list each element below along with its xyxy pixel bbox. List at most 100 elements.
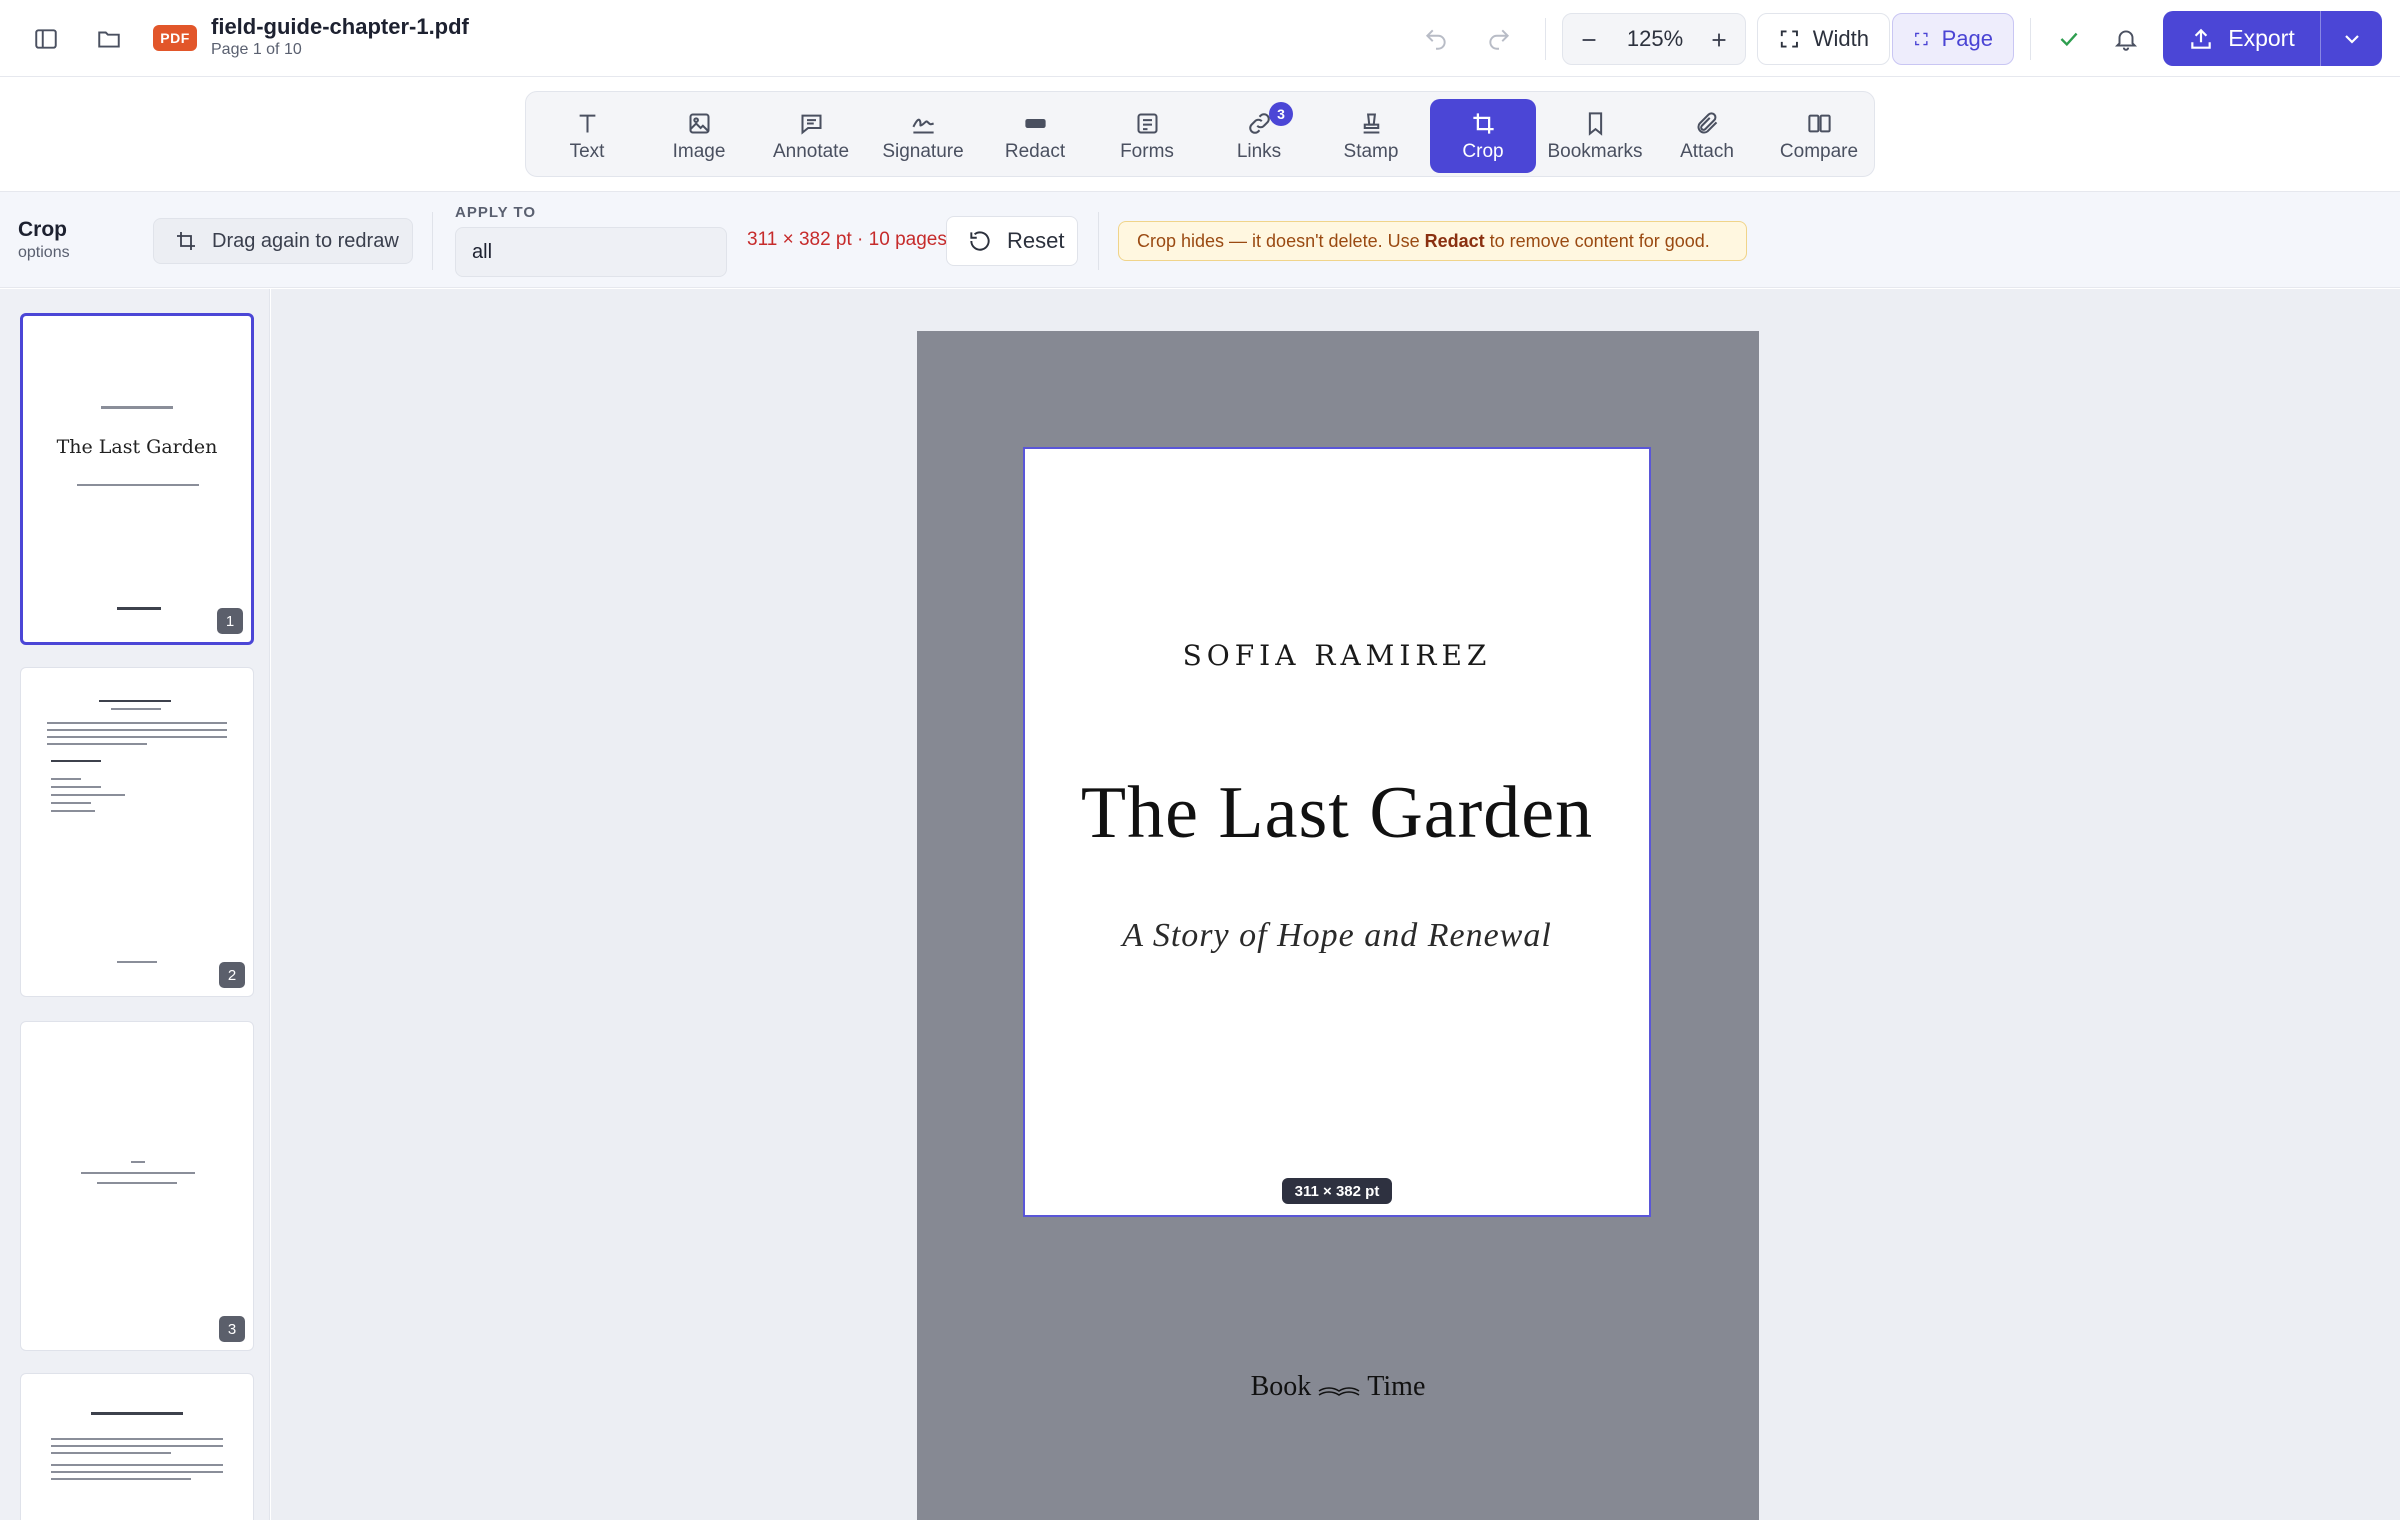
page-thumbnail[interactable]: The Last Garden 1 xyxy=(20,313,254,645)
thumb-text-line xyxy=(117,961,157,963)
tool-label: Compare xyxy=(1779,140,1859,162)
thumb-text-line xyxy=(131,1161,145,1163)
page-thumbnail[interactable]: 3 xyxy=(20,1021,254,1351)
fit-page-label: Page xyxy=(1941,26,1993,51)
thumb-text-line xyxy=(51,1438,223,1440)
thumb-text-line xyxy=(47,729,227,731)
export-menu-button[interactable] xyxy=(2321,11,2382,66)
page-info: Page 1 of 10 xyxy=(211,41,302,58)
options-title: Crop xyxy=(18,218,67,241)
divider xyxy=(1098,212,1099,270)
fit-page-button[interactable]: Page xyxy=(1892,13,2014,65)
tool-label: Bookmarks xyxy=(1547,140,1643,162)
divider xyxy=(2030,18,2031,60)
apply-to-select[interactable]: all xyxy=(455,227,727,277)
document-subtitle: A Story of Hope and Renewal xyxy=(1122,917,1552,954)
check-icon[interactable] xyxy=(2050,20,2088,58)
tool-links[interactable]: Links 3 xyxy=(1206,99,1312,173)
tool-attach[interactable]: Attach xyxy=(1654,99,1760,173)
thumb-text-line xyxy=(111,708,161,710)
compare-icon xyxy=(1807,114,1831,132)
paperclip-icon xyxy=(1696,111,1717,134)
thumb-text-line xyxy=(51,778,81,780)
upload-icon xyxy=(2191,28,2211,49)
links-count-badge: 3 xyxy=(1269,102,1293,126)
thumb-text-line xyxy=(101,406,173,409)
top-bar: PDF field-guide-chapter-1.pdf Page 1 of … xyxy=(0,0,2400,77)
thumb-text-line xyxy=(77,484,199,486)
export-label: Export xyxy=(2228,25,2295,51)
thumb-text-line xyxy=(51,1445,223,1447)
fit-width-label: Width xyxy=(1812,26,1869,51)
tool-compare[interactable]: Compare xyxy=(1766,99,1872,173)
divider xyxy=(432,212,433,270)
stamp-icon xyxy=(1363,112,1379,134)
expand-icon xyxy=(1780,30,1798,48)
thumb-text-line xyxy=(47,722,227,724)
zoom-out-button[interactable] xyxy=(1571,22,1607,58)
tool-label: Links xyxy=(1236,140,1282,162)
undo-icon[interactable] xyxy=(1417,20,1455,58)
tool-image[interactable]: Image xyxy=(646,99,752,173)
zoom-in-button[interactable] xyxy=(1701,22,1737,58)
redo-icon[interactable] xyxy=(1480,20,1518,58)
form-icon xyxy=(1136,112,1158,134)
crop-region[interactable]: SOFIA RAMIREZ The Last Garden A Story of… xyxy=(1023,447,1651,1217)
document-author: SOFIA RAMIREZ xyxy=(1182,639,1492,672)
tools-bar: Text Image Annotate Signature Redact For… xyxy=(0,78,2400,192)
tool-forms[interactable]: Forms xyxy=(1094,99,1200,173)
page-thumbnails: The Last Garden 1 2 3 xyxy=(0,289,270,1520)
tool-bookmarks[interactable]: Bookmarks xyxy=(1542,99,1648,173)
tool-label: Forms xyxy=(1120,140,1174,162)
bell-icon[interactable] xyxy=(2107,20,2145,58)
thumb-text-line xyxy=(51,786,101,788)
export-button[interactable]: Export xyxy=(2163,11,2320,66)
notice-text-end: to remove content for good. xyxy=(1484,230,1710,251)
image-icon xyxy=(688,112,710,134)
thumb-text-line xyxy=(47,743,147,745)
publisher-logo: Book Time xyxy=(917,1371,1759,1403)
crop-options-bar: Crop options Drag again to redraw APPLY … xyxy=(0,192,2400,288)
tool-text[interactable]: Text xyxy=(534,99,640,173)
options-subtitle: options xyxy=(18,244,70,261)
notice-redact-emphasis: Redact xyxy=(1424,230,1485,251)
tool-redact[interactable]: Redact xyxy=(982,99,1088,173)
comment-icon xyxy=(800,114,822,135)
thumb-text-line xyxy=(99,700,171,702)
thumb-text-line xyxy=(91,1412,183,1415)
tool-label: Text xyxy=(569,140,605,162)
redraw-button[interactable]: Drag again to redraw xyxy=(153,218,413,264)
document-title: The Last Garden xyxy=(1080,772,1594,854)
tool-stamp[interactable]: Stamp xyxy=(1318,99,1424,173)
thumb-text-line xyxy=(51,1452,171,1454)
tool-annotate[interactable]: Annotate xyxy=(758,99,864,173)
thumb-text-line xyxy=(117,607,161,610)
page-thumbnail[interactable] xyxy=(20,1373,254,1520)
crop-warning-notice: Crop hides — it doesn't delete. Use Reda… xyxy=(1118,221,1747,261)
tool-signature[interactable]: Signature xyxy=(870,99,976,173)
reset-button[interactable]: Reset xyxy=(946,216,1078,266)
open-book-icon xyxy=(1318,1387,1360,1396)
tool-label: Signature xyxy=(882,140,964,162)
fit-width-button[interactable]: Width xyxy=(1757,13,1890,65)
page-thumbnail[interactable]: 2 xyxy=(20,667,254,997)
crop-size-label: 311 × 382 pt xyxy=(1282,1178,1392,1204)
tool-label: Redact xyxy=(1004,140,1066,162)
folder-icon[interactable] xyxy=(90,20,128,58)
text-icon xyxy=(579,114,595,132)
thumb-text-line xyxy=(47,736,227,738)
tool-crop[interactable]: Crop xyxy=(1430,99,1536,173)
publisher-name-left: Book xyxy=(1250,1371,1312,1402)
redraw-label: Drag again to redraw xyxy=(212,229,399,252)
apply-to-label: APPLY TO xyxy=(455,204,537,221)
zoom-level[interactable]: 125% xyxy=(1613,26,1697,52)
reset-label: Reset xyxy=(1007,228,1065,253)
document-canvas: SOFIA RAMIREZ The Last Garden A Story of… xyxy=(271,289,2400,1520)
thumb-page-number: 3 xyxy=(219,1316,245,1342)
tool-label: Attach xyxy=(1680,140,1734,162)
sidebar-toggle-icon[interactable] xyxy=(27,20,65,58)
thumb-text-line xyxy=(81,1172,195,1174)
thumb-text-line xyxy=(97,1182,177,1184)
thumb-page-number: 2 xyxy=(219,962,245,988)
chevron-down-icon xyxy=(2344,34,2359,44)
